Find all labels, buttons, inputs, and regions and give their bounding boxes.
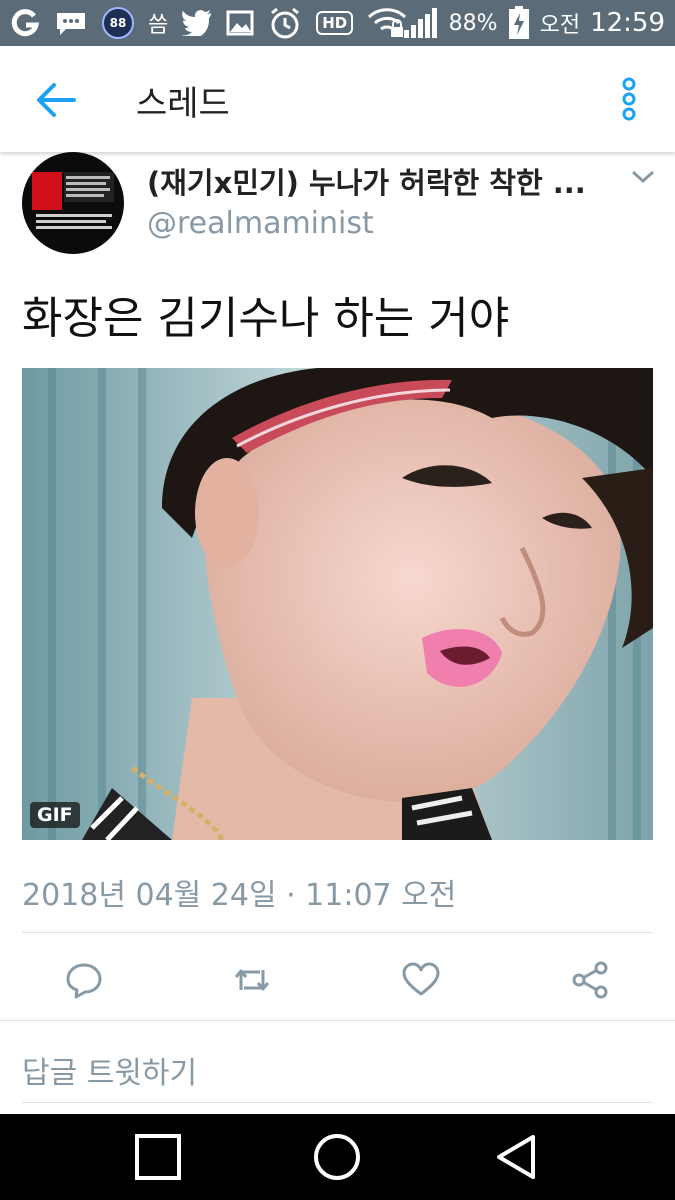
more-options-icon[interactable] [614,76,644,122]
recents-square-icon[interactable] [133,1132,183,1182]
alarm-icon [268,6,302,40]
status-time: 12:59 [590,8,665,38]
gallery-icon [226,10,254,36]
wifi-icon [367,7,407,39]
avatar[interactable] [22,152,124,254]
status-bar: 88 씀 HD 88% 오전 12:59 [0,0,675,46]
chevron-down-icon[interactable] [630,168,656,186]
navigation-bar [0,1114,675,1200]
tweet-text: 화장은 김기수나 하는 거야 [22,293,510,344]
display-name[interactable]: (재기x민기) 누나가 허락한 착한 ... [147,160,586,202]
like-icon[interactable] [401,960,441,1000]
battery-charging-icon [508,6,530,40]
tweet-media[interactable]: GIF [22,368,653,840]
divider [0,1020,675,1021]
retweet-icon[interactable] [232,960,272,1000]
twitter-icon [182,10,212,36]
reply-input[interactable]: 답글 트윗하기 [22,1048,197,1092]
tweet-timestamp: 2018년 04월 24일 · 11:07 오전 [22,878,457,913]
home-circle-icon[interactable] [312,1132,362,1182]
gif-badge: GIF [30,802,80,828]
battery-percent: 88% [448,10,498,36]
tweet-actions [0,948,675,1012]
divider [22,1102,653,1103]
media-image [22,368,653,840]
messages-icon [54,9,88,37]
page-title: 스레드 [136,84,230,124]
app-bar: 스레드 [0,46,675,152]
badge-88-icon: 88 [102,7,134,39]
back-arrow-icon[interactable] [34,82,78,118]
korean-app-icon: 씀 [148,13,169,38]
carrier-g-icon [10,8,40,38]
back-triangle-icon[interactable] [493,1132,543,1182]
reply-icon[interactable] [64,960,104,1000]
signal-icon [403,8,439,38]
hd-icon: HD [316,11,354,35]
share-icon[interactable] [570,960,610,1000]
status-ampm: 오전 [539,13,581,38]
user-handle[interactable]: @realmaminist [147,206,374,241]
divider [22,932,653,933]
